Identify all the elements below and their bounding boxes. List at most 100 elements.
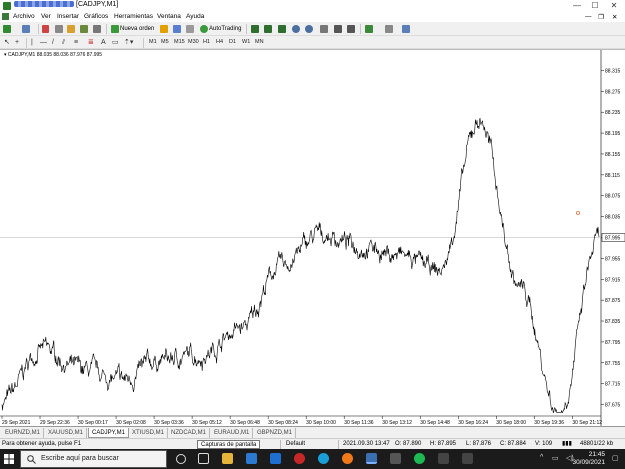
cortana-icon[interactable]	[176, 454, 186, 464]
timeframe-m15[interactable]: M15	[174, 38, 185, 47]
spotify-icon[interactable]	[414, 453, 425, 464]
file-explorer-icon[interactable]	[222, 453, 233, 464]
autoscroll-icon[interactable]	[347, 25, 355, 33]
strategy-tester-icon[interactable]	[93, 25, 101, 33]
price-label: 87.955	[605, 256, 621, 262]
app-icon-generic[interactable]	[390, 453, 401, 464]
timeframe-m30[interactable]: M30	[188, 38, 199, 47]
taskbar-search-box[interactable]: Escribe aquí para buscar	[20, 450, 167, 468]
zoom-in-icon[interactable]	[292, 25, 300, 33]
tab-eurnzd[interactable]: EURNZD,M1	[2, 428, 45, 438]
price-label: 88.155	[605, 152, 621, 158]
edge-icon[interactable]	[318, 453, 329, 464]
redacted-account	[14, 1, 74, 8]
cursor-icon[interactable]: ↖	[4, 38, 10, 47]
vertical-line-icon[interactable]: |	[31, 38, 33, 47]
timeframe-w1[interactable]: W1	[242, 38, 250, 47]
timeframe-h4[interactable]: H4	[216, 38, 223, 47]
tile-windows-icon[interactable]	[320, 25, 328, 33]
fibo-fan-icon[interactable]: ≣	[88, 38, 94, 47]
chart-shift-icon[interactable]	[334, 25, 342, 33]
tab-xauusd[interactable]: XAUUSD,M1	[45, 428, 88, 438]
text-icon[interactable]: A	[101, 38, 106, 47]
tab-xtiusd[interactable]: XTIUSD,M1	[129, 428, 169, 438]
templates-icon[interactable]	[402, 25, 410, 33]
menu-ver[interactable]: Ver	[41, 13, 51, 20]
firefox-icon[interactable]	[342, 453, 353, 464]
price-label: 88.035	[605, 215, 621, 221]
opera-icon[interactable]	[294, 453, 305, 464]
task-view-icon[interactable]	[198, 453, 209, 464]
market-icon[interactable]	[186, 25, 194, 33]
mdi-restore-button[interactable]: ❐	[598, 13, 604, 21]
channel-icon[interactable]: ⫽	[62, 38, 65, 47]
timeframe-m1[interactable]: M1	[149, 38, 157, 47]
crosshair-icon[interactable]: +	[15, 38, 19, 47]
signals-icon[interactable]	[173, 25, 181, 33]
mail-icon[interactable]	[270, 453, 281, 464]
menu-graficos[interactable]: Gráficos	[84, 13, 108, 20]
terminal-icon[interactable]	[80, 25, 88, 33]
profiles-icon[interactable]	[22, 25, 30, 33]
mdi-minimize-button[interactable]: —	[585, 13, 592, 20]
new-chart-icon[interactable]	[3, 25, 11, 33]
menu-insertar[interactable]: Insertar	[57, 13, 79, 20]
tab-cadjpy[interactable]: CADJPY,M1	[88, 428, 129, 438]
close-button[interactable]: ✕	[607, 0, 621, 12]
zoom-out-icon[interactable]	[305, 25, 313, 33]
status-volume: V: 109	[535, 441, 553, 447]
fibonacci-icon[interactable]: ≡	[74, 38, 78, 47]
tab-euraud[interactable]: EURAUD,M1	[211, 428, 254, 438]
status-high: H: 87.895	[430, 441, 457, 447]
mdi-close-button[interactable]: ✕	[612, 13, 617, 21]
timeframe-d1[interactable]: D1	[229, 38, 236, 47]
bar-chart-icon[interactable]	[251, 25, 259, 33]
metaeditor-icon[interactable]	[160, 25, 168, 33]
separator	[143, 38, 144, 48]
price-series-line	[1, 117, 600, 413]
data-window-icon[interactable]	[55, 25, 63, 33]
separator	[246, 24, 247, 34]
search-placeholder: Escribe aquí para buscar	[41, 455, 119, 462]
app-icon-generic-3[interactable]	[462, 453, 473, 464]
taskbar-clock[interactable]: 21:45 30/09/2021	[572, 451, 605, 467]
arrows-icon[interactable]: ⇡▾	[124, 38, 133, 47]
network-icon[interactable]: ▭	[552, 454, 559, 462]
market-watch-icon[interactable]	[42, 25, 49, 33]
timeframe-mn[interactable]: MN	[255, 38, 264, 47]
timeframe-m5[interactable]: M5	[161, 38, 169, 47]
menu-archivo[interactable]: Archivo	[13, 13, 35, 20]
trendline-icon[interactable]: /	[52, 38, 54, 47]
minimize-button[interactable]: —	[570, 0, 584, 12]
store-icon[interactable]	[246, 453, 257, 464]
metatrader-taskbar-icon[interactable]	[366, 453, 377, 464]
autotrading-button[interactable]: AutoTrading	[199, 24, 243, 34]
app-icon	[3, 2, 11, 10]
notifications-icon[interactable]: ▢	[612, 454, 619, 462]
candlestick-icon[interactable]	[264, 25, 272, 33]
menu-bar: Archivo Ver Insertar Gráficos Herramient…	[0, 12, 625, 22]
new-order-button[interactable]: Nueva orden	[110, 24, 156, 34]
timeframe-h1[interactable]: H1	[203, 38, 210, 47]
label-icon[interactable]: ▭	[112, 38, 119, 47]
tab-gbpnzd[interactable]: GBPNZD,M1	[254, 428, 297, 438]
navigator-icon[interactable]	[67, 25, 75, 33]
line-chart-icon[interactable]	[278, 25, 286, 33]
windows-start-icon[interactable]	[4, 454, 14, 464]
maximize-button[interactable]: ☐	[588, 0, 602, 12]
separator	[26, 38, 27, 48]
periods-icon[interactable]	[385, 25, 393, 33]
price-label: 87.835	[605, 319, 621, 325]
clock-date: 30/09/2021	[572, 459, 605, 466]
chart-window[interactable]: 88.315 88.275 88.235 88.195 88.155 88.115 88.0…	[0, 49, 625, 427]
horizontal-line-icon[interactable]: —	[40, 38, 47, 47]
app-icon-generic-2[interactable]	[438, 453, 449, 464]
menu-herramientas[interactable]: Herramientas	[114, 13, 153, 20]
indicators-icon[interactable]	[365, 25, 373, 33]
price-label: 88.195	[605, 131, 621, 137]
price-chart[interactable]: 88.315 88.275 88.235 88.195 88.155 88.115 88.0…	[0, 50, 625, 427]
tab-nzdcad[interactable]: NZDCAD,M1	[168, 428, 211, 438]
tray-chevron-icon[interactable]: ^	[540, 454, 543, 461]
menu-ventana[interactable]: Ventana	[157, 13, 181, 20]
menu-ayuda[interactable]: Ayuda	[186, 13, 204, 20]
